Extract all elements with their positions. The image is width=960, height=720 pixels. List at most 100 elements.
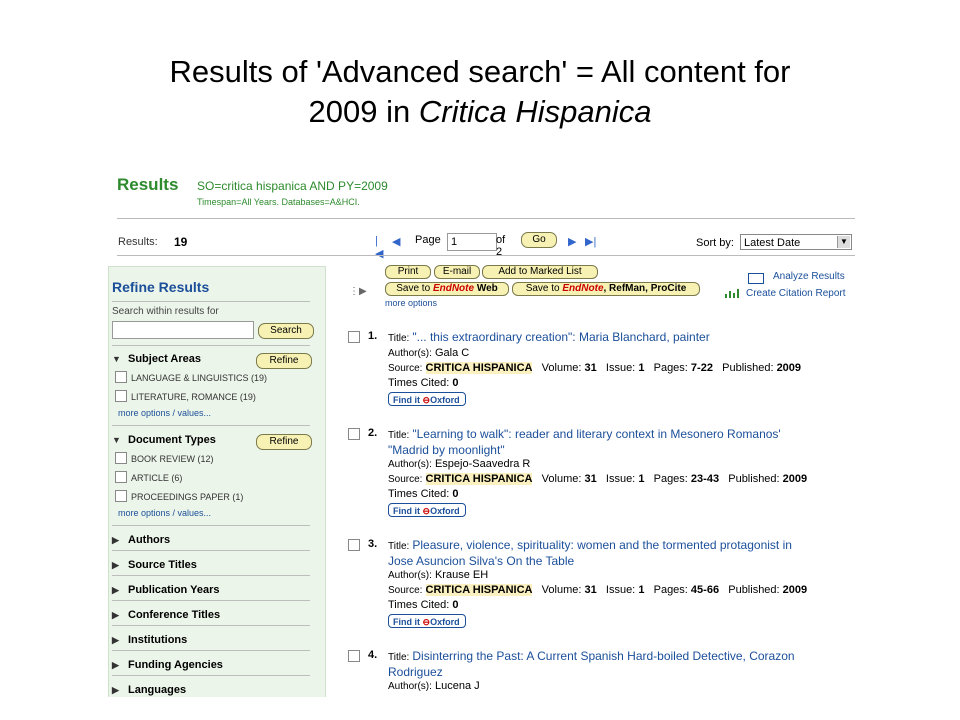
add-to-marked-list-button[interactable]: Add to Marked List xyxy=(482,265,598,279)
analyze-icon[interactable] xyxy=(748,273,764,284)
published-label: Published: xyxy=(728,584,780,596)
search-within-input[interactable] xyxy=(112,321,254,339)
record-issue: 1 xyxy=(638,473,645,485)
document-type-option[interactable]: PROCEEDINGS PAPER (1) xyxy=(115,490,243,509)
refine-subject-button[interactable]: Refine xyxy=(256,353,312,369)
facet-conference-titles[interactable]: ▶ Conference Titles xyxy=(112,609,220,621)
facet-publication-years[interactable]: ▶ Publication Years xyxy=(112,584,220,596)
search-scope: Timespan=All Years. Databases=A&HCI. xyxy=(197,197,360,207)
web-label: Web xyxy=(476,283,498,294)
facet-source-titles[interactable]: ▶ Source Titles xyxy=(112,559,197,571)
analyze-results-link[interactable]: Analyze Results xyxy=(773,271,845,282)
subject-areas-toggle[interactable]: ▼ Subject Areas xyxy=(112,353,201,365)
oxford-label: Oxford xyxy=(430,506,460,516)
authors-label: Author(s): xyxy=(388,570,432,581)
document-type-option[interactable]: BOOK REVIEW (12) xyxy=(115,452,243,471)
record-title-link[interactable]: "Learning to walk": reader and literary … xyxy=(412,427,780,441)
go-button[interactable]: Go xyxy=(521,232,557,248)
result-record: 1. Title: "... this extraordinary creati… xyxy=(348,330,868,410)
record-body: Title: Disinterring the Past: A Current … xyxy=(388,649,868,694)
record-title-link[interactable]: "... this extraordinary creation": Maria… xyxy=(412,330,709,344)
divider xyxy=(117,255,855,256)
facet-label: Source Titles xyxy=(128,559,197,571)
sort-select[interactable]: Latest Date ▼ xyxy=(740,234,852,250)
slide-title-line-2: 2009 in Critica Hispanica xyxy=(0,92,960,132)
save-to-endnote-web-button[interactable]: Save to EndNote Web xyxy=(385,282,509,296)
divider xyxy=(112,675,310,676)
title-label: Title: xyxy=(388,430,410,441)
find-it-oxford-button[interactable]: Find it ⊖Oxford xyxy=(388,614,466,628)
divider xyxy=(112,550,310,551)
slide-title: Results of 'Advanced search' = All conte… xyxy=(0,52,960,132)
subject-area-option[interactable]: LANGUAGE & LINGUISTICS (19) xyxy=(115,371,267,390)
create-citation-report-link[interactable]: Create Citation Report xyxy=(746,288,846,299)
divider xyxy=(112,525,310,526)
citation-report-icon[interactable] xyxy=(725,289,740,298)
document-types-toggle[interactable]: ▼ Document Types xyxy=(112,434,216,446)
record-body: Title: Pleasure, violence, spirituality:… xyxy=(388,538,868,629)
results-count-label: Results: xyxy=(118,236,158,248)
facet-label: Authors xyxy=(128,534,171,546)
source-label: Source: xyxy=(388,363,423,374)
first-page-icon[interactable]: |◀ xyxy=(375,235,383,260)
checkbox[interactable] xyxy=(115,452,127,464)
oxford-label: Oxford xyxy=(430,617,460,627)
last-page-icon[interactable]: ▶| xyxy=(585,235,596,248)
facet-institutions[interactable]: ▶ Institutions xyxy=(112,634,187,646)
times-cited-label: Times Cited: xyxy=(388,599,450,611)
save-to-label: Save to xyxy=(396,283,431,294)
record-checkbox[interactable] xyxy=(348,428,360,440)
divider xyxy=(112,600,310,601)
volume-label: Volume: xyxy=(541,584,582,596)
find-it-label: Find it xyxy=(393,395,420,405)
refine-doctype-button[interactable]: Refine xyxy=(256,434,312,450)
expanded-triangle-icon: ▼ xyxy=(112,354,121,364)
record-title-link[interactable]: Pleasure, violence, spirituality: women … xyxy=(412,538,792,552)
checkbox[interactable] xyxy=(115,471,127,483)
facet-funding-agencies[interactable]: ▶ Funding Agencies xyxy=(112,659,223,671)
results-heading: Results xyxy=(117,175,179,194)
authors-label: Author(s): xyxy=(388,459,432,470)
checkbox[interactable] xyxy=(115,371,127,383)
facet-languages[interactable]: ▶ Languages xyxy=(112,684,186,696)
more-options-link[interactable]: more options xyxy=(385,298,437,308)
record-issue: 1 xyxy=(638,362,645,374)
pages-label: Pages: xyxy=(653,473,688,485)
find-it-oxford-button[interactable]: Find it ⊖Oxford xyxy=(388,392,466,406)
oxford-label: Oxford xyxy=(430,395,460,405)
times-cited-label: Times Cited: xyxy=(388,488,450,500)
search-within-label: Search within results for xyxy=(112,306,219,317)
collapsed-triangle-icon: ▶ xyxy=(112,635,119,645)
record-authors: Krause EH xyxy=(434,569,489,581)
prev-page-icon[interactable]: ◀ xyxy=(392,235,400,248)
email-button[interactable]: E-mail xyxy=(434,265,480,279)
doctype-more-options-link[interactable]: more options / values... xyxy=(118,508,211,518)
next-page-icon[interactable]: ▶ xyxy=(568,235,576,248)
collapsed-triangle-icon: ▶ xyxy=(112,585,119,595)
refine-title: Refine Results xyxy=(112,279,210,295)
checkbox[interactable] xyxy=(115,490,127,502)
record-title-link-line-2[interactable]: Rodriguez xyxy=(388,665,868,679)
record-number: 1. xyxy=(368,330,378,342)
find-it-oxford-button[interactable]: Find it ⊖Oxford xyxy=(388,503,466,517)
save-to-label: Save to xyxy=(525,283,560,294)
record-checkbox[interactable] xyxy=(348,650,360,662)
document-type-option[interactable]: ARTICLE (6) xyxy=(115,471,243,490)
subject-more-options-link[interactable]: more options / values... xyxy=(118,408,211,418)
source-label: Source: xyxy=(388,474,423,485)
record-checkbox[interactable] xyxy=(348,539,360,551)
record-title-link-line-2[interactable]: "Madrid by moonlight" xyxy=(388,443,868,457)
subject-area-option[interactable]: LITERATURE, ROMANCE (19) xyxy=(115,390,267,409)
option-label: ARTICLE (6) xyxy=(131,473,183,483)
print-button[interactable]: Print xyxy=(385,265,431,279)
save-to-endnote-refman-button[interactable]: Save to EndNote, RefMan, ProCite xyxy=(512,282,700,296)
search-within-button[interactable]: Search xyxy=(258,323,314,339)
record-published: 2009 xyxy=(776,362,802,374)
chevron-down-icon[interactable]: ▼ xyxy=(837,236,850,248)
record-title-link[interactable]: Disinterring the Past: A Current Spanish… xyxy=(412,649,794,663)
record-checkbox[interactable] xyxy=(348,331,360,343)
page-input[interactable] xyxy=(447,233,497,251)
checkbox[interactable] xyxy=(115,390,127,402)
record-title-link-line-2[interactable]: Jose Asuncion Silva's On the Table xyxy=(388,554,868,568)
facet-authors[interactable]: ▶ Authors xyxy=(112,534,170,546)
